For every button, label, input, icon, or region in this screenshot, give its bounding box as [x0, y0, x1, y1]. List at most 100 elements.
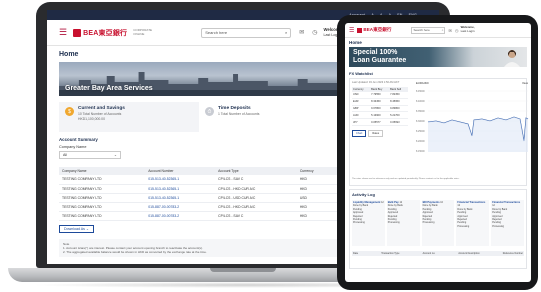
activity-column[interactable]: Liquidity Management 12 Done by Bank Pen…: [352, 200, 385, 246]
activity-line: Processing: [492, 224, 505, 228]
fx-sell: 0.05693: [389, 118, 408, 126]
download-button[interactable]: Download As ⌄: [59, 224, 94, 233]
promo-banner[interactable]: Special 100% Loan Guarantee: [349, 47, 527, 67]
search-input[interactable]: Search here ⌕: [411, 26, 446, 34]
cell-currency: HKD: [296, 202, 335, 212]
fx-line-chart: 8.45000 8.40000 8.35000 8.30000 8.25000 …: [416, 90, 529, 153]
cell-currency: HKD: [296, 175, 335, 185]
col-header[interactable]: Account Number: [145, 167, 216, 175]
fx-watchlist-title: FX Watchlist: [349, 71, 373, 76]
col-header[interactable]: Company Name: [59, 167, 146, 175]
activity-col-header[interactable]: Account no.: [423, 252, 436, 255]
card-amount: HKD1,100,000.00: [78, 117, 105, 122]
activity-column[interactable]: Financial Transactions 12 Done by Bank P…: [456, 200, 490, 246]
activity-table-header: Date Transaction Type Account no. Accoun…: [352, 251, 524, 256]
fx-table: Currency Bank Buy Bank Sell USD 7.79550 7.…: [352, 87, 408, 126]
fx-view-select[interactable]: View: [522, 81, 528, 85]
fx-chart-button[interactable]: Chart: [352, 129, 367, 137]
clock-icon[interactable]: ◷: [455, 28, 459, 33]
brand-name[interactable]: BEA東亞銀行: [83, 28, 127, 38]
company-select[interactable]: All ⌄: [59, 151, 121, 159]
fx-rate-panel: Last Updated: 03 Jun 2023 1:50 AM HKT Cu…: [352, 81, 412, 137]
fx-pair-label: EUR/HKD: [416, 81, 429, 85]
cell-company: TESTING COMPANY LTD: [59, 175, 146, 185]
y-tick: 8.30000: [416, 120, 425, 123]
cell-type: CP/LCS - SAV C: [215, 211, 297, 221]
activity-col-title: Financial Transactions: [457, 201, 486, 204]
cell-account-link[interactable]: 015-887-00-00783-2: [145, 202, 216, 212]
fx-row[interactable]: JPY 0.05577 0.05693: [352, 118, 408, 126]
brand-name[interactable]: BEA東亞銀行: [363, 27, 391, 33]
search-icon[interactable]: ⌕: [285, 30, 287, 35]
search-input[interactable]: Search here ⌕: [201, 27, 292, 38]
y-tick: 8.20000: [416, 140, 425, 143]
mail-icon[interactable]: ✉: [299, 29, 304, 36]
fx-currency: AUD: [352, 111, 371, 120]
banner-title: Greater Bay Area Services: [65, 85, 153, 92]
activity-line: Processing: [387, 221, 400, 225]
fx-currency: EUR: [352, 98, 371, 106]
welcome-block: Welcome, Last Login: [461, 26, 475, 33]
card-current-savings[interactable]: $ Current and Savings 10 Total Number of…: [59, 102, 199, 132]
chevron-down-icon: ⌄: [113, 153, 117, 157]
cell-account-link[interactable]: 015-887-00-00783-2: [145, 211, 216, 221]
card-title: Current and Savings: [78, 106, 125, 111]
activity-col-header[interactable]: Transaction Type: [381, 252, 399, 255]
tablet-header: ☰ BEA東亞銀行 Search here ⌕ ✉ ◷ Welcome, Las…: [345, 23, 531, 38]
search-icon[interactable]: ⌕: [442, 28, 444, 32]
activity-column[interactable]: Bulk Pay 12 Done by Bank Pending Approve…: [386, 200, 420, 246]
fx-sell: 8.45950: [389, 98, 408, 106]
activity-col-header[interactable]: Account Description: [458, 252, 479, 255]
activity-column[interactable]: Financial Transactions 12 Done by Bank P…: [491, 200, 524, 246]
cell-account-link[interactable]: 015-513-40-52365-1: [145, 193, 216, 203]
y-tick: 8.25000: [416, 130, 425, 133]
activity-count: 12: [381, 201, 384, 204]
cell-company: TESTING COMPANY LTD: [59, 202, 146, 212]
fx-row[interactable]: AUD 5.13900 5.21700: [352, 111, 408, 120]
fx-sell: 5.21700: [389, 111, 408, 120]
fx-buy: 0.05577: [370, 118, 390, 126]
fx-buy: 9.67800: [370, 105, 390, 113]
page-title: Home: [349, 40, 362, 45]
cell-account-link[interactable]: 015-513-40-52365-1: [145, 175, 216, 185]
fx-series-area: [428, 117, 528, 152]
fx-buy: 8.33450: [370, 98, 390, 106]
activity-log: Activity Log Liquidity Management 12 Don…: [349, 189, 527, 269]
download-label: Download As: [64, 226, 85, 231]
activity-column[interactable]: BIll Payments 10 Done by Bank Pending Ap…: [421, 200, 455, 246]
activity-count: 12: [457, 204, 461, 208]
fx-row[interactable]: EUR 8.33450 8.45950: [352, 98, 408, 106]
clock-icon[interactable]: ◷: [312, 29, 317, 36]
cell-type: CP/LCS - USD CUR A/C: [215, 193, 297, 203]
activity-col-header[interactable]: Reference Number: [503, 252, 523, 255]
fx-disclaimer: The rates shown are for reference only a…: [352, 178, 460, 180]
banner-title: Special 100% Loan Guarantee: [353, 49, 406, 65]
activity-columns: Liquidity Management 12 Done by Bank Pen…: [352, 200, 524, 246]
activity-count: 12: [492, 204, 495, 208]
mail-icon[interactable]: ✉: [448, 28, 452, 33]
fx-toggle: Chart Rates: [352, 129, 412, 137]
fx-currency: GBP: [352, 105, 371, 113]
col-header[interactable]: Currency: [296, 167, 335, 175]
menu-icon[interactable]: ☰: [349, 27, 354, 34]
activity-line: Processing: [457, 224, 470, 228]
banner-line: Special 100%: [353, 49, 398, 56]
activity-col-title: Financial Transactions: [492, 201, 521, 204]
cell-currency: HKD: [296, 211, 335, 221]
banner-line: Loan Guarantee: [353, 57, 407, 64]
brand-logo-icon: [357, 27, 363, 33]
y-tick: 8.35000: [416, 110, 425, 113]
fx-buy: 5.13900: [370, 111, 390, 120]
card-count: 1 Total Number of Accounts: [218, 112, 260, 116]
fx-row[interactable]: GBP 9.67800 9.83800: [352, 105, 408, 113]
card-time-deposits[interactable]: ⏱ Time Deposits 1 Total Number of Accoun…: [199, 102, 339, 132]
last-login: Last Login: [460, 29, 475, 33]
activity-col-header[interactable]: Date: [353, 252, 358, 255]
laptop-notch: [210, 268, 276, 272]
search-placeholder: Search here: [413, 28, 430, 32]
brand-subtitle: CORPORATE ONLINE: [133, 27, 153, 36]
menu-icon[interactable]: ☰: [59, 27, 67, 38]
cell-account-link[interactable]: 015-513-40-52365-1: [145, 184, 216, 194]
col-header[interactable]: Account Type: [215, 167, 297, 175]
fx-rates-button[interactable]: Rates: [368, 129, 384, 137]
